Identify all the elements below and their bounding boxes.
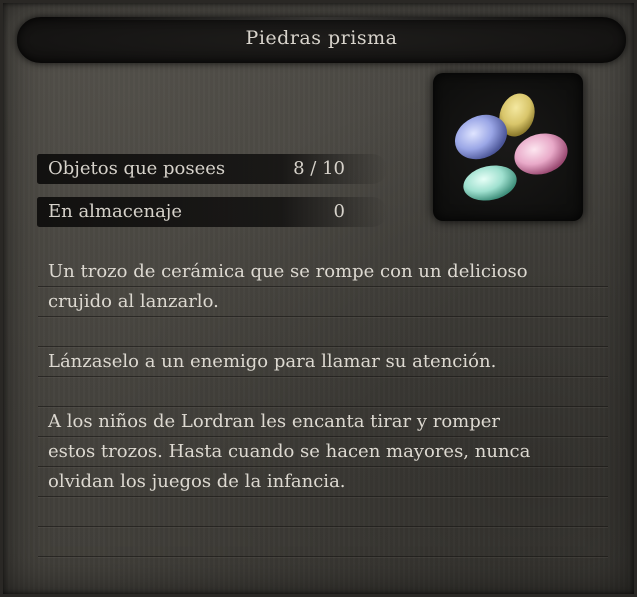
description-line: Lánzaselo a un enemigo para llamar su at… (38, 347, 608, 377)
description-line: Un trozo de cerámica que se rompe con un… (38, 257, 608, 287)
owned-count-row: Objetos que posees 8 / 10 (37, 154, 387, 184)
prism-stones-image (454, 93, 568, 201)
description-line: olvidan los juegos de la infancia. (38, 467, 608, 497)
storage-count-row: En almacenaje 0 (37, 197, 387, 227)
description-line (38, 527, 608, 557)
item-description: Un trozo de cerámica que se rompe con un… (38, 257, 608, 557)
storage-count-value: 0 (333, 201, 345, 222)
prism-stones-icon (433, 73, 583, 221)
description-line: crujido al lanzarlo. (38, 287, 608, 317)
item-info-panel: Piedras prisma Objetos que posees 8 / 10… (0, 0, 637, 597)
description-line: A los niños de Lordran les encanta tirar… (38, 407, 608, 437)
description-line (38, 317, 608, 347)
item-title: Piedras prisma (245, 27, 398, 49)
description-line: estos trozos. Hasta cuando se hacen mayo… (38, 437, 608, 467)
description-line (38, 497, 608, 527)
owned-count-label: Objetos que posees (48, 158, 226, 179)
green-stone (463, 165, 517, 201)
storage-count-label: En almacenaje (48, 201, 183, 222)
title-bar: Piedras prisma (17, 17, 626, 63)
description-line (38, 377, 608, 407)
owned-count-value: 8 / 10 (293, 158, 345, 179)
